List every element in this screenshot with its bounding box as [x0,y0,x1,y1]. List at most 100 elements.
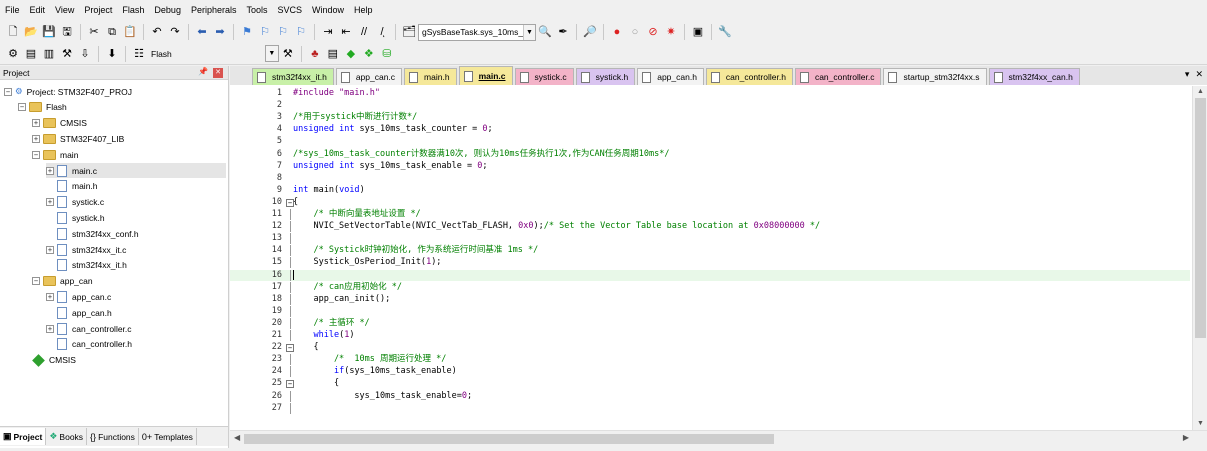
tab-functions[interactable]: {} Functions [87,428,139,445]
code-line[interactable]: 17 /* can应用初始化 */ [230,281,1190,293]
code-line[interactable]: 19 [230,305,1190,317]
tab-main-h[interactable]: main.h [404,68,457,85]
build-icon[interactable]: ▤ [23,46,39,62]
tree-target[interactable]: − Flash [18,100,67,115]
code-line[interactable]: 1 #include "main.h" [230,88,1190,99]
tree-file[interactable]: + main.c [46,163,226,178]
close-icon[interactable]: ✕ [213,68,223,78]
menu-flash[interactable]: Flash [117,1,149,19]
prev-bookmark-icon[interactable]: ⚐ [257,24,273,40]
file-extensions-icon[interactable]: ▤ [325,46,341,62]
menu-help[interactable]: Help [349,1,378,19]
tree-file[interactable]: can_controller.h [46,337,132,352]
indent-icon[interactable]: ⇥ [320,24,336,40]
expand-icon[interactable]: + [46,198,54,207]
menu-project[interactable]: Project [79,1,117,19]
scroll-left-icon[interactable]: ◀ [234,433,240,442]
scroll-right-icon[interactable]: ▶ [1183,433,1189,442]
tree-file[interactable]: + app_can.c [46,289,111,304]
scroll-thumb[interactable] [244,434,774,444]
tree-component[interactable]: CMSIS [32,353,76,368]
code-line[interactable]: 11 /* 中断向量表地址设置 */ [230,209,1190,220]
options-for-target-icon[interactable]: ⚒ [280,46,296,62]
expand-icon[interactable]: + [32,134,40,143]
tab-systick-h[interactable]: systick.h [575,68,636,85]
collapse-icon[interactable]: − [32,150,40,159]
code-area[interactable]: 1 #include "main.h" 2 3/*用于systick中断进行计数*/4… [230,86,1190,430]
menu-window[interactable]: Window [307,1,349,19]
copy-icon[interactable]: ⧉ [104,24,120,40]
code-line[interactable]: 24 if(sys_10ms_task_enable) [230,366,1190,378]
vertical-scrollbar[interactable]: ▲ ▼ [1192,86,1207,430]
collapse-icon[interactable]: − [18,103,26,112]
tree-file[interactable]: + stm32f4xx_it.c [46,242,126,257]
code-line[interactable]: 14 /* Systick时钟初始化, 作为系统运行时间基准 1ms */ [230,245,1190,257]
menu-edit[interactable]: Edit [25,1,51,19]
run-time-environment-icon[interactable]: ❖ [361,46,377,62]
code-line[interactable]: 21 while(1) [230,330,1190,341]
save-icon[interactable]: 💾 [41,24,57,40]
code-line[interactable]: 10−{ [230,197,1190,208]
disable-breakpoint-icon[interactable]: ○ [627,24,643,40]
collapse-icon[interactable]: − [32,277,40,286]
code-line[interactable]: 7 unsigned int sys_10ms_task_enable = 0; [230,161,1190,172]
tree-file[interactable]: app_can.h [46,305,112,320]
tree-folder[interactable]: + CMSIS [32,116,87,131]
load-icon[interactable]: ⬇ [104,46,120,62]
target-options-icon[interactable]: ☷ [131,46,147,62]
tree-folder[interactable]: − app_can [32,274,93,289]
tab-stm32f4xx-can-h[interactable]: stm32f4xx_can.h [988,68,1080,85]
tree-file[interactable]: main.h [46,179,98,194]
chevron-down-icon[interactable]: ▼ [265,46,278,61]
incremental-find-icon[interactable]: ✒ [555,24,571,40]
expand-icon[interactable]: + [46,292,54,301]
undo-icon[interactable]: ↶ [149,24,165,40]
menu-view[interactable]: View [50,1,79,19]
cut-icon[interactable]: ✂ [86,24,102,40]
code-line[interactable]: 20 /* 主循环 */ [230,317,1190,329]
batch-build-icon[interactable]: ⚒ [59,46,75,62]
tree-file[interactable]: + systick.c [46,195,104,210]
tree-file[interactable]: stm32f4xx_it.h [46,258,127,273]
disable-all-breakpoints-icon[interactable]: ⊘ [645,24,661,40]
tab-app-can-c[interactable]: app_can.c [335,68,403,85]
tree-file[interactable]: systick.h [46,210,105,225]
tab-books[interactable]: ❖ Books [46,428,88,445]
code-line[interactable]: 2 [230,100,1190,111]
window-layout-icon[interactable]: ▣ [690,24,706,40]
tree-root[interactable]: − ⚙ Project: STM32F407_PROJ [4,84,132,99]
scroll-down-icon[interactable]: ▼ [1193,418,1207,430]
pack-installer-icon[interactable]: ◆ [343,46,359,62]
tab-can-controller-c[interactable]: can_controller.c [794,68,882,85]
bookmark-icon[interactable]: ⚑ [239,24,255,40]
code-line[interactable]: 23 /* 10ms 周期运行处理 */ [230,354,1190,366]
close-tab-icon[interactable]: ✕ [1195,69,1203,80]
expand-icon[interactable]: + [46,166,54,175]
debug-session-icon[interactable]: 🔎 [582,24,598,40]
open-file-icon[interactable]: 📂 [23,24,39,40]
comment-icon[interactable]: // [356,24,372,40]
manage-components-icon[interactable]: ♣ [307,46,323,62]
code-line[interactable]: 9 int main(void) [230,185,1190,196]
menu-svcs[interactable]: SVCS [273,1,308,19]
code-line[interactable]: 3 /*用于systick中断进行计数*/ [230,112,1190,123]
tab-app-can-h[interactable]: app_can.h [637,68,704,85]
expand-icon[interactable]: + [32,119,40,128]
code-line[interactable]: 25− { [230,378,1190,389]
code-line[interactable]: 27 [230,402,1190,414]
tab-stm32f4xx-it-h[interactable]: stm32f4xx_it.h [252,68,334,85]
redo-icon[interactable]: ↷ [167,24,183,40]
tab-main-c[interactable]: main.c [458,66,513,85]
menu-file[interactable]: File [0,1,25,19]
tree-file[interactable]: stm32f4xx_conf.h [46,226,139,241]
expand-icon[interactable]: + [46,245,54,254]
code-line[interactable]: 4 unsigned int sys_10ms_task_counter = 0; [230,124,1190,135]
code-line[interactable]: 8 [230,173,1190,184]
horizontal-scrollbar[interactable]: ◀ ▶ [230,430,1207,446]
find-in-files-icon[interactable]: 🗂 [401,24,417,40]
kill-breakpoints-icon[interactable]: ✷ [663,24,679,40]
tab-project[interactable]: ▣ Project [0,428,47,445]
select-pack-icon[interactable]: ⛁ [379,46,395,62]
breakpoint-icon[interactable]: ● [609,24,625,40]
new-file-icon[interactable]: 🗋 [5,24,21,40]
